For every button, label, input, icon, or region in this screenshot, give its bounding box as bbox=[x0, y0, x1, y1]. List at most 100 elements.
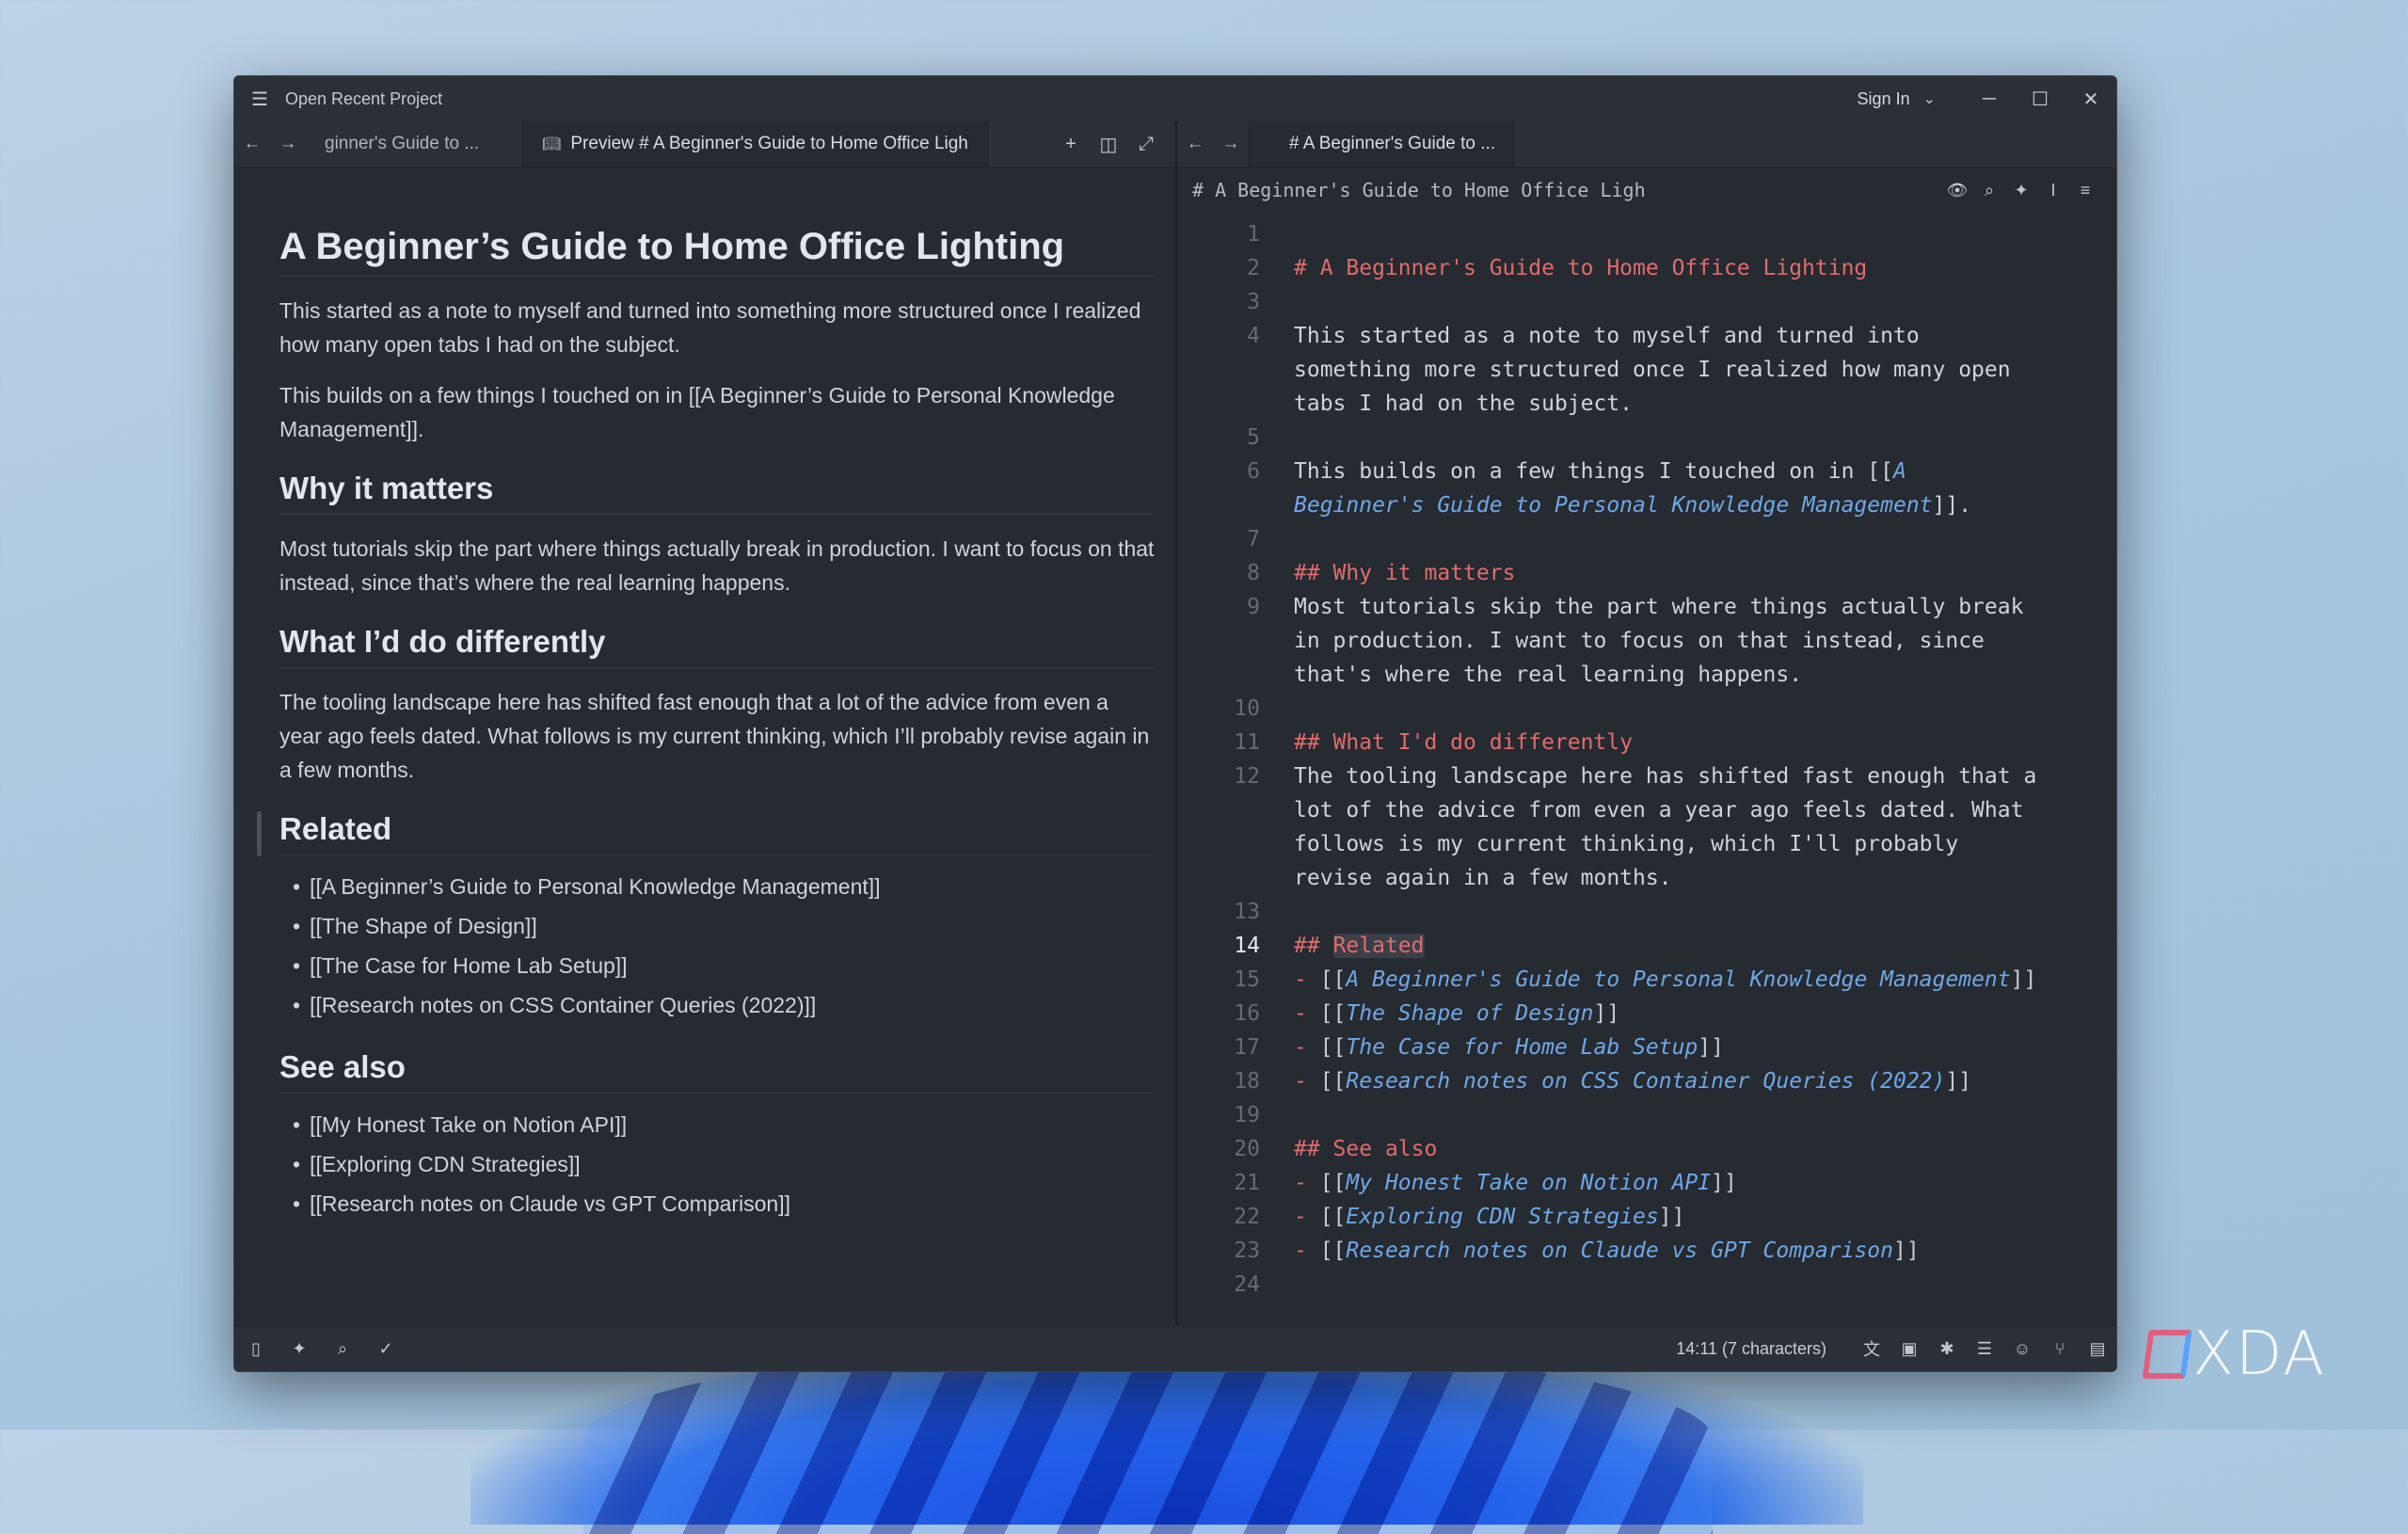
debug-icon[interactable]: ✱ bbox=[1928, 1339, 1966, 1359]
editor-line: 23- [[Research notes on Claude vs GPT Co… bbox=[1177, 1234, 2116, 1268]
search-icon[interactable]: ⌕ bbox=[1975, 181, 2003, 200]
line-number: 6 bbox=[1247, 459, 1260, 484]
split-pane-icon[interactable]: ◫ bbox=[1092, 133, 1124, 156]
editor-line: 22- [[Exploring CDN Strategies]] bbox=[1177, 1200, 2116, 1234]
wiki-link[interactable]: A Beginner's Guide to Personal Knowledge… bbox=[1346, 967, 2010, 992]
left-pane-tools: + ◫ ⤢ bbox=[1055, 121, 1175, 167]
heading-marker: ## bbox=[1294, 1137, 1320, 1161]
new-tab-icon[interactable]: + bbox=[1055, 134, 1087, 155]
list-item[interactable]: [[A Beginner’s Guide to Personal Knowled… bbox=[293, 867, 1175, 906]
title-bar: ☰ Open Recent Project Sign In ⌄ ─ ☐ ✕ bbox=[234, 76, 2116, 122]
tab-preview[interactable]: 📖︎ Preview # A Beginner's Guide to Home … bbox=[522, 121, 988, 167]
markdown-editor[interactable]: 1 2 # A Beginner's Guide to Home Office L… bbox=[1177, 217, 2116, 1326]
editor-line: 17- [[The Case for Home Lab Setup]] bbox=[1177, 1031, 2116, 1064]
xda-watermark: XDA bbox=[2142, 1319, 2326, 1389]
cursor-position[interactable]: 14:11 (7 characters) bbox=[1676, 1339, 1826, 1359]
forward-arrow-icon[interactable]: → bbox=[1213, 121, 1249, 167]
line-number: 20 bbox=[1234, 1137, 1260, 1161]
ai-sparkle-icon[interactable]: ✦ bbox=[278, 1339, 321, 1359]
sidebar-toggle-icon[interactable]: ▯ bbox=[234, 1339, 278, 1359]
sliders-icon[interactable]: ≡ bbox=[2071, 181, 2099, 200]
see-also-list: [[My Honest Take on Notion API]] [[Explo… bbox=[279, 1105, 1175, 1223]
tab-label: ginner's Guide to ... bbox=[325, 134, 480, 153]
tab-editor[interactable]: # A Beginner's Guide to ... bbox=[1249, 121, 1514, 167]
line-number: 18 bbox=[1234, 1069, 1260, 1094]
wiki-link[interactable]: My Honest Take on Notion API bbox=[1346, 1171, 1711, 1195]
right-pane-tab-bar: ← → # A Beginner's Guide to ... bbox=[1177, 121, 2116, 168]
tab-editor-source[interactable]: ginner's Guide to ... bbox=[306, 121, 522, 167]
related-list: [[A Beginner’s Guide to Personal Knowled… bbox=[279, 867, 1175, 1025]
list-item[interactable]: [[Research notes on CSS Container Querie… bbox=[293, 985, 1175, 1025]
status-bar: ▯ ✦ ⌕ ✓ 14:11 (7 characters) 文 ▣ ✱ ☰ ☺ ⑂… bbox=[234, 1325, 2116, 1371]
preview-paragraph: This builds on a few things I touched on… bbox=[279, 383, 1115, 441]
line-number: 13 bbox=[1234, 900, 1260, 924]
tab-label: # A Beginner's Guide to ... bbox=[1289, 134, 1496, 153]
editor-breadcrumb-bar: # A Beginner's Guide to Home Office Ligh… bbox=[1177, 168, 2116, 213]
outline-icon[interactable]: ☰ bbox=[1966, 1339, 2003, 1359]
editor-line: 20 ## See also bbox=[1177, 1132, 2116, 1166]
list-item[interactable]: [[My Honest Take on Notion API]] bbox=[293, 1105, 1175, 1144]
preview-paragraph: The tooling landscape here has shifted f… bbox=[279, 690, 1150, 782]
line-number: 5 bbox=[1247, 425, 1260, 450]
sparkle-icon[interactable]: ✦ bbox=[2007, 181, 2035, 200]
wiki-link[interactable]: Research notes on CSS Container Queries … bbox=[1346, 1069, 1945, 1094]
preview-paragraph: Most tutorials skip the part where thing… bbox=[279, 536, 1155, 595]
chevron-down-icon[interactable]: ⌄ bbox=[1923, 89, 1936, 108]
minimize-icon[interactable]: ─ bbox=[1964, 76, 2015, 121]
preview-heading-see-also: See also bbox=[279, 1049, 1153, 1094]
line-number: 22 bbox=[1234, 1205, 1260, 1229]
close-icon[interactable]: ✕ bbox=[2065, 76, 2116, 121]
list-item[interactable]: [[Exploring CDN Strategies]] bbox=[293, 1144, 1175, 1184]
translate-icon[interactable]: 文 bbox=[1853, 1336, 1890, 1361]
list-item[interactable]: [[The Case for Home Lab Setup]] bbox=[293, 946, 1175, 985]
line-number: 8 bbox=[1247, 561, 1260, 585]
watermark-text: XDA bbox=[2193, 1319, 2326, 1389]
left-pane-tab-bar: ← → ginner's Guide to ... 📖︎ Preview # A… bbox=[234, 121, 1175, 168]
editor-line: 4 This started as a note to myself and tu… bbox=[1177, 319, 2116, 421]
editor-line: 9 Most tutorials skip the part where thin… bbox=[1177, 590, 2116, 692]
open-recent-project-button[interactable]: Open Recent Project bbox=[285, 89, 442, 109]
eye-icon[interactable]: 👁︎ bbox=[1943, 181, 1971, 200]
app-window: ☰ Open Recent Project Sign In ⌄ ─ ☐ ✕ ← … bbox=[233, 75, 2117, 1372]
preview-heading-differently: What I’d do differently bbox=[279, 624, 1153, 668]
hamburger-menu-icon[interactable]: ☰ bbox=[234, 76, 285, 121]
code-heading: ## Why it matters bbox=[1294, 556, 2047, 590]
line-number: 21 bbox=[1234, 1171, 1260, 1195]
expand-icon[interactable]: ⤢ bbox=[1130, 134, 1162, 155]
back-arrow-icon[interactable]: ← bbox=[234, 121, 270, 167]
code-plain: ]]. bbox=[1932, 493, 1972, 518]
panel-layout-icon[interactable]: ▤ bbox=[2079, 1339, 2116, 1359]
selected-text: Related bbox=[1332, 934, 1425, 958]
line-number: 1 bbox=[1247, 222, 1260, 247]
book-icon: 📖︎ bbox=[542, 136, 562, 152]
line-number-current: 14 bbox=[1234, 934, 1260, 958]
list-item[interactable]: [[Research notes on Claude vs GPT Compar… bbox=[293, 1184, 1175, 1223]
wiki-link[interactable]: Research notes on Claude vs GPT Comparis… bbox=[1346, 1238, 1893, 1263]
code-plain: This builds on a few things I touched on… bbox=[1294, 459, 1893, 484]
line-number: 19 bbox=[1234, 1103, 1260, 1127]
line-number: 10 bbox=[1234, 696, 1260, 721]
forward-arrow-icon[interactable]: → bbox=[270, 121, 306, 167]
sign-in-button[interactable]: Sign In bbox=[1858, 89, 1910, 109]
search-icon[interactable]: ⌕ bbox=[321, 1339, 364, 1359]
editor-line: 15- [[A Beginner's Guide to Personal Kno… bbox=[1177, 963, 2116, 997]
wiki-link[interactable]: The Case for Home Lab Setup bbox=[1346, 1035, 1698, 1060]
heading-marker: ## bbox=[1294, 561, 1320, 585]
terminal-icon[interactable]: ▣ bbox=[1890, 1339, 1928, 1359]
editor-line: 7 bbox=[1177, 522, 2116, 556]
editor-line: 24 bbox=[1177, 1268, 2116, 1302]
wiki-link[interactable]: Exploring CDN Strategies bbox=[1346, 1205, 1658, 1229]
wiki-link[interactable]: The Shape of Design bbox=[1346, 1001, 1593, 1026]
back-arrow-icon[interactable]: ← bbox=[1177, 121, 1213, 167]
maximize-icon[interactable]: ☐ bbox=[2015, 76, 2065, 121]
check-icon[interactable]: ✓ bbox=[364, 1339, 407, 1359]
text-cursor-icon[interactable]: I bbox=[2039, 181, 2067, 200]
list-item[interactable]: [[The Shape of Design]] bbox=[293, 906, 1175, 946]
editor-breadcrumb: # A Beginner's Guide to Home Office Ligh bbox=[1192, 179, 1646, 201]
editor-line: 11 ## What I'd do differently bbox=[1177, 726, 2116, 759]
xda-logo-icon bbox=[2142, 1330, 2193, 1379]
git-branch-icon[interactable]: ⑂ bbox=[2041, 1339, 2079, 1359]
code-heading: ## What I'd do differently bbox=[1294, 726, 2047, 759]
collaborators-icon[interactable]: ☺ bbox=[2003, 1339, 2041, 1359]
editor-line: 19 bbox=[1177, 1098, 2116, 1132]
